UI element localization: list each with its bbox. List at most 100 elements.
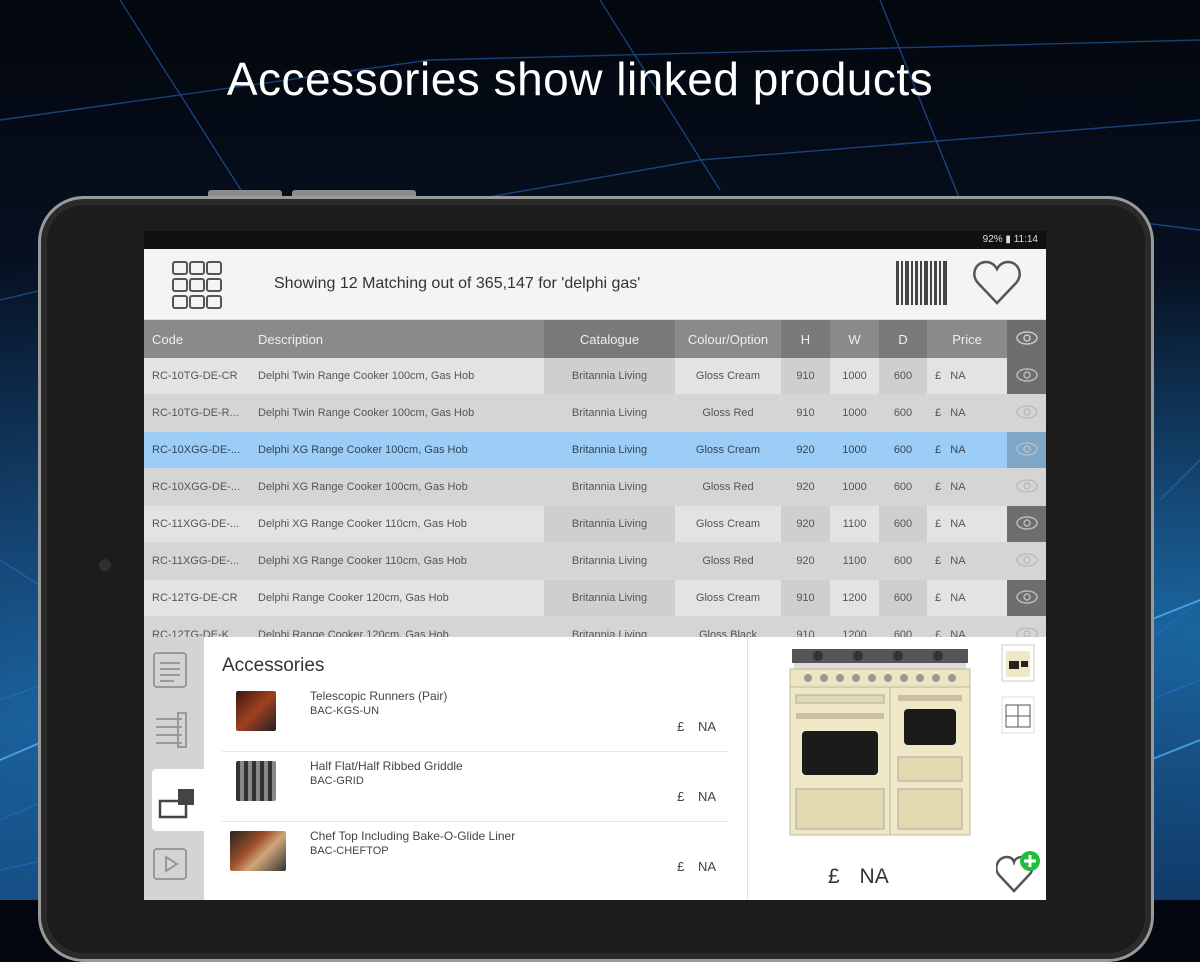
cell-code: RC-10XGG-DE-... xyxy=(144,431,250,469)
header-w[interactable]: W xyxy=(830,320,879,358)
currency-symbol: £ xyxy=(677,789,685,804)
app-screen: 92% ▮ 11:14 Showing 12 Matching out of 3… xyxy=(144,231,1046,900)
range-cooker-image[interactable] xyxy=(788,647,972,837)
currency-symbol: £ xyxy=(677,719,685,734)
thumbnail-cooker-image[interactable] xyxy=(1000,643,1036,683)
accessory-thumbnail xyxy=(236,691,276,731)
accessory-price: £ NA xyxy=(677,859,716,874)
accessory-name: Half Flat/Half Ribbed Griddle xyxy=(310,759,463,773)
currency-symbol: £ xyxy=(935,370,942,382)
accessory-price: £ NA xyxy=(677,719,716,734)
accessory-item[interactable]: Half Flat/Half Ribbed Griddle BAC-GRID £… xyxy=(222,751,728,822)
accessory-price: £ NA xyxy=(677,789,716,804)
cell-colour: Gloss Red xyxy=(675,394,781,432)
products-table: Code Description Catalogue Colour/Option… xyxy=(144,320,1046,654)
table-row[interactable]: RC-10XGG-DE-... Delphi XG Range Cooker 10… xyxy=(144,468,1046,506)
table-row[interactable]: RC-12TG-DE-CR Delphi Range Cooker 120cm, … xyxy=(144,579,1046,617)
cell-w: 1000 xyxy=(830,468,879,506)
view-eye-icon[interactable] xyxy=(1007,431,1046,469)
cell-price: £ NA xyxy=(927,542,1007,580)
currency-symbol: £ xyxy=(935,518,942,530)
price-value: NA xyxy=(950,407,966,419)
cell-d: 600 xyxy=(879,394,927,432)
table-row[interactable]: RC-10TG-DE-R... Delphi Twin Range Cooker … xyxy=(144,394,1046,432)
cell-colour: Gloss Red xyxy=(675,542,781,580)
cell-h: 920 xyxy=(781,542,830,580)
view-eye-icon[interactable] xyxy=(1007,542,1046,580)
accessories-panel: Accessories Telescopic Runners (Pair) BA… xyxy=(204,637,747,900)
headline: Accessories show linked products xyxy=(226,53,934,105)
header-code[interactable]: Code xyxy=(144,320,250,358)
cell-code: RC-11XGG-DE-... xyxy=(144,505,250,543)
accessories-title: Accessories xyxy=(222,655,325,676)
cell-w: 1000 xyxy=(830,431,879,469)
table-row[interactable]: RC-10XGG-DE-... Delphi XG Range Cooker 10… xyxy=(144,431,1046,469)
price-value: NA xyxy=(697,719,716,734)
view-eye-icon[interactable] xyxy=(1007,358,1046,395)
header-description[interactable]: Description xyxy=(250,320,544,358)
thumbnail-dimensions-image[interactable] xyxy=(1000,695,1036,735)
cell-description: Delphi Range Cooker 120cm, Gas Hob xyxy=(250,579,544,617)
detail-panel: Accessories Telescopic Runners (Pair) BA… xyxy=(144,637,1046,900)
cell-price: £ NA xyxy=(927,431,1007,469)
add-to-favourites-heart-icon[interactable] xyxy=(996,849,1042,895)
cell-w: 1000 xyxy=(830,394,879,432)
accessory-code: BAC-KGS-UN xyxy=(310,705,380,717)
currency-symbol: £ xyxy=(935,592,942,604)
cell-colour: Gloss Cream xyxy=(675,505,781,543)
cell-price: £ NA xyxy=(927,358,1007,395)
header-h[interactable]: H xyxy=(781,320,830,358)
table-row[interactable]: RC-11XGG-DE-... Delphi XG Range Cooker 11… xyxy=(144,542,1046,580)
cell-description: Delphi Twin Range Cooker 100cm, Gas Hob xyxy=(250,358,544,395)
header-colour[interactable]: Colour/Option xyxy=(675,320,781,358)
cell-description: Delphi Twin Range Cooker 100cm, Gas Hob xyxy=(250,394,544,432)
view-eye-icon[interactable] xyxy=(1007,579,1046,617)
cell-d: 600 xyxy=(879,505,927,543)
cell-d: 600 xyxy=(879,431,927,469)
price-value: NA xyxy=(859,865,889,888)
search-result-summary: Showing 12 Matching out of 365,147 for '… xyxy=(274,275,641,292)
header-eye-icon[interactable] xyxy=(1007,320,1046,358)
table-row[interactable]: RC-11XGG-DE-... Delphi XG Range Cooker 11… xyxy=(144,505,1046,543)
cell-price: £ NA xyxy=(927,394,1007,432)
table-header-row: Code Description Catalogue Colour/Option… xyxy=(144,320,1046,358)
price-value: NA xyxy=(950,518,966,530)
table-row[interactable]: RC-10TG-DE-CR Delphi Twin Range Cooker 10… xyxy=(144,358,1046,395)
cell-code: RC-10TG-DE-CR xyxy=(144,358,250,395)
cell-w: 1000 xyxy=(830,358,879,395)
view-eye-icon[interactable] xyxy=(1007,505,1046,543)
cell-h: 920 xyxy=(781,431,830,469)
cell-w: 1100 xyxy=(830,505,879,543)
view-eye-icon[interactable] xyxy=(1007,468,1046,506)
menu-grid-icon[interactable] xyxy=(172,261,222,309)
currency-symbol: £ xyxy=(935,444,942,456)
accessory-thumbnail xyxy=(230,831,286,871)
currency-symbol: £ xyxy=(828,865,840,888)
tab-video-play-icon[interactable] xyxy=(152,847,196,891)
product-price: £ NA xyxy=(828,865,889,889)
accessory-name: Telescopic Runners (Pair) xyxy=(310,689,448,703)
cell-code: RC-12TG-DE-CR xyxy=(144,579,250,617)
view-eye-icon[interactable] xyxy=(1007,394,1046,432)
currency-symbol: £ xyxy=(935,555,942,567)
tab-accessories-icon[interactable] xyxy=(152,769,204,831)
tab-details-document-icon[interactable] xyxy=(152,651,196,695)
favourites-heart-icon[interactable] xyxy=(972,259,1022,307)
detail-side-tabs xyxy=(144,637,204,900)
cell-description: Delphi XG Range Cooker 100cm, Gas Hob xyxy=(250,468,544,506)
header-d[interactable]: D xyxy=(879,320,927,358)
tab-specification-list-icon[interactable] xyxy=(152,711,196,755)
price-value: NA xyxy=(950,370,966,382)
accessory-item[interactable]: Chef Top Including Bake-O-Glide Liner BA… xyxy=(222,821,728,891)
price-value: NA xyxy=(950,592,966,604)
cell-h: 920 xyxy=(781,505,830,543)
top-bar: Showing 12 Matching out of 365,147 for '… xyxy=(144,249,1046,320)
accessory-item[interactable]: Telescopic Runners (Pair) BAC-KGS-UN £ N… xyxy=(222,681,728,752)
accessory-code: BAC-CHEFTOP xyxy=(310,845,389,857)
currency-symbol: £ xyxy=(935,407,942,419)
cell-d: 600 xyxy=(879,542,927,580)
barcode-scan-icon[interactable] xyxy=(896,261,950,305)
header-price[interactable]: Price xyxy=(927,320,1007,358)
camera-icon xyxy=(99,559,111,571)
header-catalogue[interactable]: Catalogue xyxy=(544,320,675,358)
